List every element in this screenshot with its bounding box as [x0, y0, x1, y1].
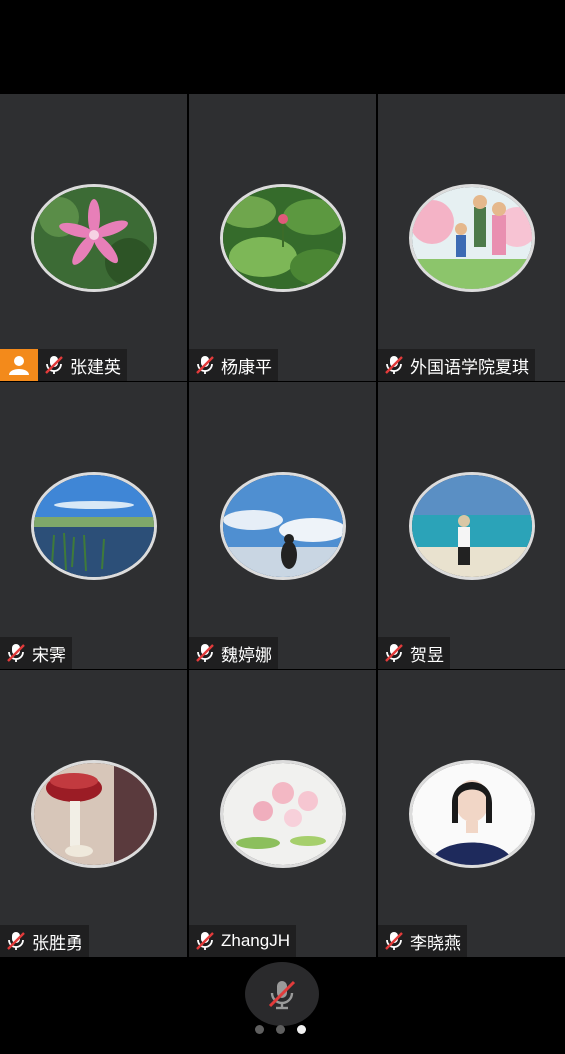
avatar	[219, 760, 346, 868]
muted-mic-icon	[385, 356, 403, 374]
avatar	[30, 184, 157, 292]
participant-name: 杨康平	[221, 357, 272, 377]
muted-mic-icon	[196, 644, 214, 662]
participant-name: 魏婷娜	[221, 645, 272, 665]
nameplate: 外国语学院夏琪	[378, 349, 535, 381]
host-badge	[0, 349, 38, 381]
participant-name: 张建英	[70, 357, 121, 377]
participant-tile[interactable]: 贺昱	[378, 382, 565, 669]
muted-mic-icon	[385, 932, 403, 950]
nameplate: 贺昱	[378, 637, 450, 669]
nameplate: 宋霁	[0, 637, 72, 669]
host-person-icon	[9, 356, 29, 375]
participant-tile[interactable]: 宋霁	[0, 382, 187, 669]
participant-tile[interactable]: 杨康平	[189, 94, 376, 381]
page-indicator[interactable]	[255, 1025, 306, 1034]
avatar	[408, 472, 535, 580]
avatar	[408, 760, 535, 868]
participant-tile[interactable]: 魏婷娜	[189, 382, 376, 669]
muted-mic-icon	[268, 980, 296, 1010]
muted-mic-icon	[7, 644, 25, 662]
nameplate: 杨康平	[189, 349, 278, 381]
participant-tile[interactable]: 李晓燕	[378, 670, 565, 957]
nameplate: 张胜勇	[0, 925, 89, 957]
muted-mic-icon	[7, 932, 25, 950]
participant-name: 宋霁	[32, 645, 66, 665]
participant-tile[interactable]: 张胜勇	[0, 670, 187, 957]
avatar	[408, 184, 535, 292]
muted-mic-icon	[196, 932, 214, 950]
muted-mic-icon	[196, 356, 214, 374]
participant-name: 李晓燕	[410, 933, 461, 953]
nameplate: ZhangJH	[189, 925, 296, 957]
mute-toggle-button[interactable]	[245, 962, 319, 1026]
avatar	[30, 760, 157, 868]
participant-name: ZhangJH	[221, 931, 290, 950]
participant-name: 贺昱	[410, 645, 444, 665]
avatar	[219, 184, 346, 292]
nameplate: 魏婷娜	[189, 637, 278, 669]
nameplate: 李晓燕	[378, 925, 467, 957]
participant-name: 张胜勇	[32, 933, 83, 953]
muted-mic-icon	[385, 644, 403, 662]
avatar	[219, 472, 346, 580]
participant-tile[interactable]: ZhangJH	[189, 670, 376, 957]
avatar	[30, 472, 157, 580]
video-grid: 张建英 杨康平 外国语学院夏琪 宋霁 魏婷娜 贺昱 张胜勇 ZhangJH 李晓…	[0, 94, 565, 958]
page-dot[interactable]	[276, 1025, 285, 1034]
page-dot-active[interactable]	[297, 1025, 306, 1034]
muted-mic-icon	[45, 356, 63, 374]
page-dot[interactable]	[255, 1025, 264, 1034]
participant-tile[interactable]: 外国语学院夏琪	[378, 94, 565, 381]
participant-tile[interactable]: 张建英	[0, 94, 187, 381]
nameplate: 张建英	[0, 349, 127, 381]
participant-name: 外国语学院夏琪	[410, 357, 529, 377]
